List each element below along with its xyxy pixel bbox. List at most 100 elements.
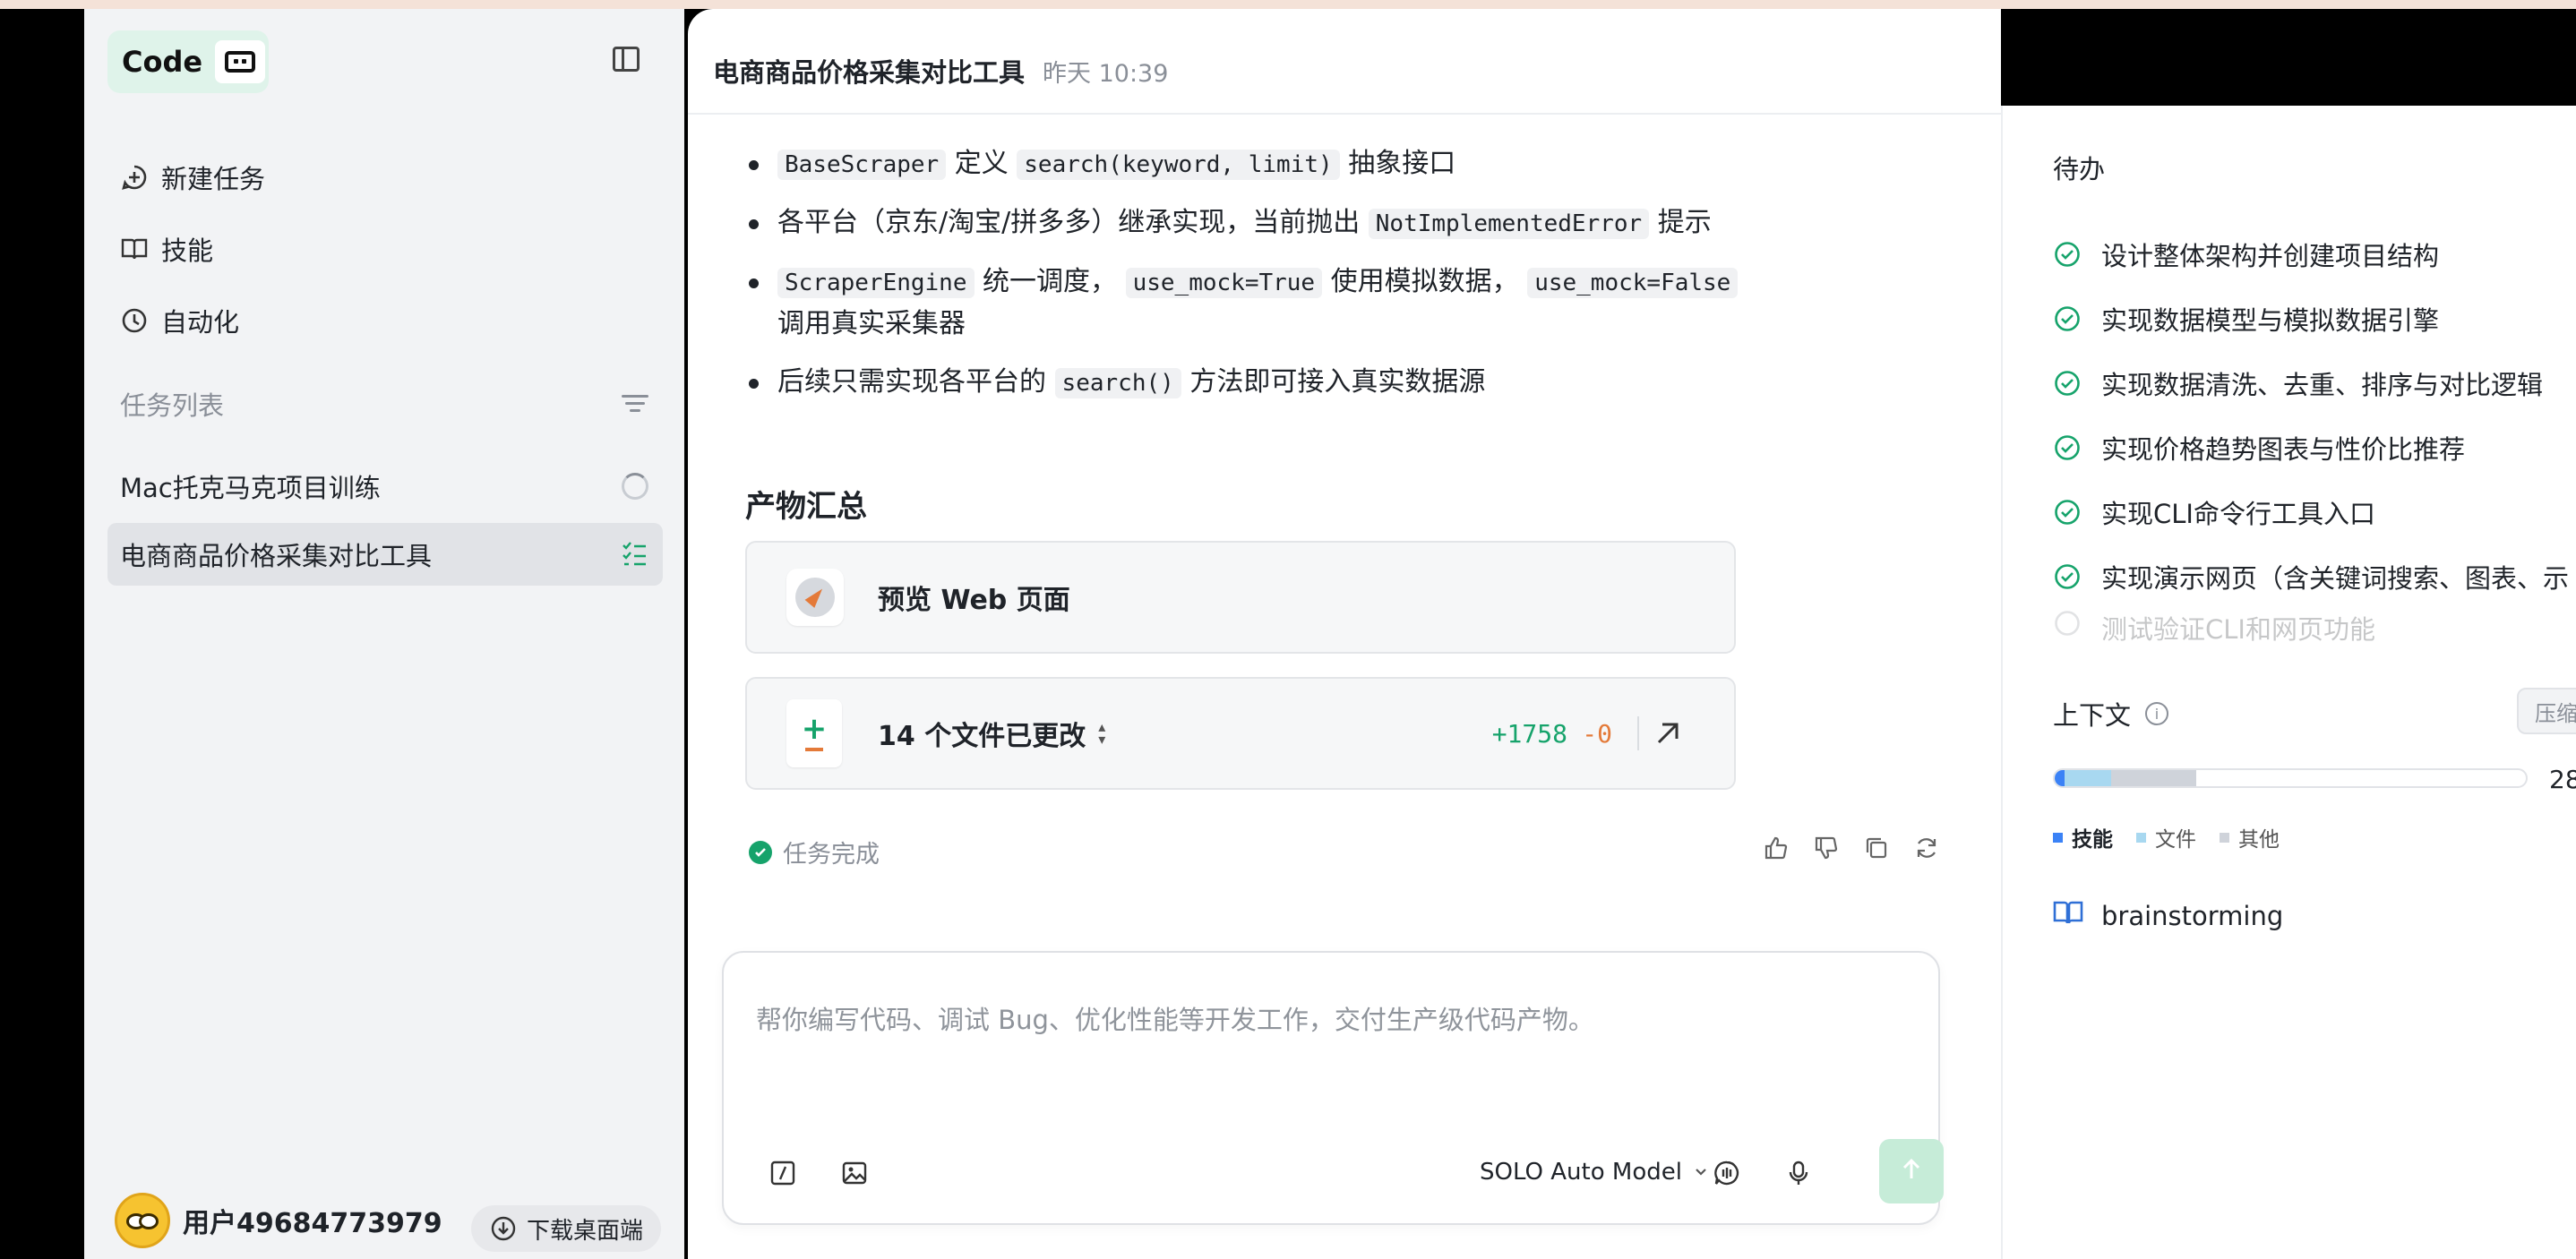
download-icon xyxy=(489,1214,518,1243)
todo-label: 设计整体架构并创建项目结构 xyxy=(2101,241,2440,271)
bullet-text: 提示 xyxy=(1657,207,1712,238)
legend-files[interactable]: 文件 xyxy=(2136,822,2196,852)
filter-icon[interactable] xyxy=(622,393,648,415)
compass-icon xyxy=(786,569,844,626)
model-select-label: SOLO Auto Model xyxy=(1480,1159,1682,1186)
deletions-count: -0 xyxy=(1582,718,1612,749)
files-changed-label: 14 个文件已更改 xyxy=(878,721,1086,752)
logo-text: Code xyxy=(122,45,203,79)
inline-code: BaseScraper xyxy=(777,150,947,180)
inline-code: use_mock=True xyxy=(1125,268,1323,298)
download-desktop-button[interactable]: 下载桌面端 xyxy=(471,1205,662,1252)
user-profile[interactable]: 用户49684773979 xyxy=(115,1193,442,1248)
slash-command-icon[interactable] xyxy=(769,1159,797,1187)
right-panel: 待办 设计整体架构并创建项目结构 实现数据模型与模拟数据引擎 实现数据清洗、去重… xyxy=(2001,106,2576,1259)
copy-icon[interactable] xyxy=(1863,835,1890,861)
legend-skills[interactable]: 技能 xyxy=(2053,822,2113,852)
todo-item: 测试验证CLI和网页功能 xyxy=(2053,609,2576,645)
compress-label: 压缩 xyxy=(2535,700,2576,726)
files-changed-card[interactable]: + 14 个文件已更改 ▴ ▾ +1758 -0 xyxy=(745,677,1736,790)
clock-icon xyxy=(120,306,149,335)
model-select[interactable]: SOLO Auto Model xyxy=(1480,1159,1709,1186)
checklist-icon xyxy=(620,540,648,569)
file-diff-icon: + xyxy=(786,699,842,767)
bullet-text: 各平台（京东/淘宝/拼多多）继承实现，当前抛出 xyxy=(777,207,1361,238)
book-icon xyxy=(120,235,149,263)
check-circle-icon xyxy=(2055,242,2080,267)
legend-label: 其他 xyxy=(2238,828,2280,852)
context-number: 28 xyxy=(2549,765,2576,794)
check-circle-icon xyxy=(2055,500,2080,525)
context-title-label: 上下文 xyxy=(2053,700,2132,731)
info-icon[interactable]: i xyxy=(2145,702,2169,725)
context-title: 上下文 i xyxy=(2053,695,2169,732)
check-circle-icon xyxy=(2055,371,2080,396)
chat-input[interactable]: 帮你编写代码、调试 Bug、优化性能等开发工作，交付生产级代码产物。 xyxy=(756,999,1594,1037)
todo-item: 实现价格趋势图表与性价比推荐 xyxy=(2053,415,2576,480)
todo-label: 实现价格趋势图表与性价比推荐 xyxy=(2101,434,2466,465)
list-item: ScraperEngine 统一调度， use_mock=True 使用模拟数据… xyxy=(745,261,1739,345)
chat-input-box[interactable]: 帮你编写代码、调试 Bug、优化性能等开发工作，交付生产级代码产物。 SOLO … xyxy=(722,951,1944,1225)
inline-code: search(keyword, limit) xyxy=(1017,150,1340,180)
additions-count: +1758 xyxy=(1491,718,1567,749)
summary-bullets: BaseScraper 定义 search(keyword, limit) 抽象… xyxy=(745,143,1739,421)
todo-label: 实现数据清洗、去重、排序与对比逻辑 xyxy=(2101,370,2544,400)
skill-item[interactable]: brainstorming xyxy=(2053,899,2283,932)
timestamp: 昨天 10:39 xyxy=(1043,60,1169,88)
nav-new-task[interactable]: 新建任务 xyxy=(120,152,265,202)
todo-item: 实现数据模型与模拟数据引擎 xyxy=(2053,287,2576,351)
top-strip xyxy=(0,0,2576,9)
compress-button[interactable]: 压缩 xyxy=(2517,688,2576,734)
sidebar-toggle-icon[interactable] xyxy=(613,47,640,72)
nav-skills[interactable]: 技能 xyxy=(120,224,213,274)
nav-automation[interactable]: 自动化 xyxy=(120,295,239,346)
inline-code: search() xyxy=(1054,368,1181,398)
todo-title: 待办 xyxy=(2053,154,2106,184)
task-item-label: Mac托克马克项目训练 xyxy=(120,473,381,503)
refresh-icon[interactable] xyxy=(1913,835,1940,861)
app-logo[interactable]: Code xyxy=(107,30,269,93)
list-item: BaseScraper 定义 search(keyword, limit) 抽象… xyxy=(745,143,1739,185)
voice-chat-icon[interactable] xyxy=(1713,1159,1741,1187)
header-divider xyxy=(688,113,2001,115)
legend-other[interactable]: 其他 xyxy=(2220,822,2280,852)
send-button[interactable] xyxy=(1879,1139,1944,1203)
book-icon xyxy=(2053,899,2083,932)
main-panel: 电商商品价格采集对比工具 昨天 10:39 BaseScraper 定义 sea… xyxy=(688,9,2001,1259)
preview-web-card[interactable]: 预览 Web 页面 xyxy=(745,541,1736,654)
thumbs-up-icon[interactable] xyxy=(1763,835,1790,861)
legend-swatch xyxy=(2053,832,2063,843)
task-status: 任务完成 xyxy=(749,835,880,869)
todo-label: 实现演示网页（含关键词搜索、图表、示 xyxy=(2101,563,2570,594)
code-badge-icon xyxy=(215,40,266,83)
skill-name: brainstorming xyxy=(2101,900,2284,931)
bullet-text: 后续只需实现各平台的 xyxy=(777,366,1046,398)
legend-label: 技能 xyxy=(2072,828,2113,852)
task-item-active[interactable]: 电商商品价格采集对比工具 xyxy=(107,523,663,586)
inline-code: ScraperEngine xyxy=(777,268,975,298)
chevron-down-icon xyxy=(1693,1159,1709,1186)
bullet-text: 定义 xyxy=(954,148,1009,179)
chevron-updown-icon[interactable]: ▴ ▾ xyxy=(1098,720,1105,747)
context-usage-bar xyxy=(2053,768,2528,788)
tasks-header: 任务列表 xyxy=(120,385,648,423)
check-circle-icon xyxy=(749,840,772,864)
todo-label: 测试验证CLI和网页功能 xyxy=(2101,614,2375,645)
task-item[interactable]: Mac托克马克项目训练 xyxy=(107,455,663,518)
todo-list: 设计整体架构并创建项目结构 实现数据模型与模拟数据引擎 实现数据清洗、去重、排序… xyxy=(2053,222,2576,645)
bullet-text: 方法即可接入真实数据源 xyxy=(1189,366,1486,398)
divider xyxy=(1637,716,1639,750)
legend-swatch xyxy=(2220,832,2229,843)
open-external-icon[interactable] xyxy=(1652,717,1684,749)
bullet-text: 统一调度， xyxy=(983,266,1118,297)
legend-label: 文件 xyxy=(2155,828,2196,852)
image-upload-icon[interactable] xyxy=(840,1159,869,1187)
bullet-text: 调用真实采集器 xyxy=(777,308,966,339)
check-circle-icon xyxy=(2055,564,2080,589)
new-task-icon xyxy=(120,163,149,192)
todo-item: 实现演示网页（含关键词搜索、图表、示 xyxy=(2053,544,2576,609)
microphone-icon[interactable] xyxy=(1784,1159,1813,1187)
todo-label: 实现CLI命令行工具入口 xyxy=(2101,499,2375,529)
thumbs-down-icon[interactable] xyxy=(1813,835,1840,861)
list-item: 各平台（京东/淘宝/拼多多）继承实现，当前抛出 NotImplementedEr… xyxy=(745,202,1739,244)
